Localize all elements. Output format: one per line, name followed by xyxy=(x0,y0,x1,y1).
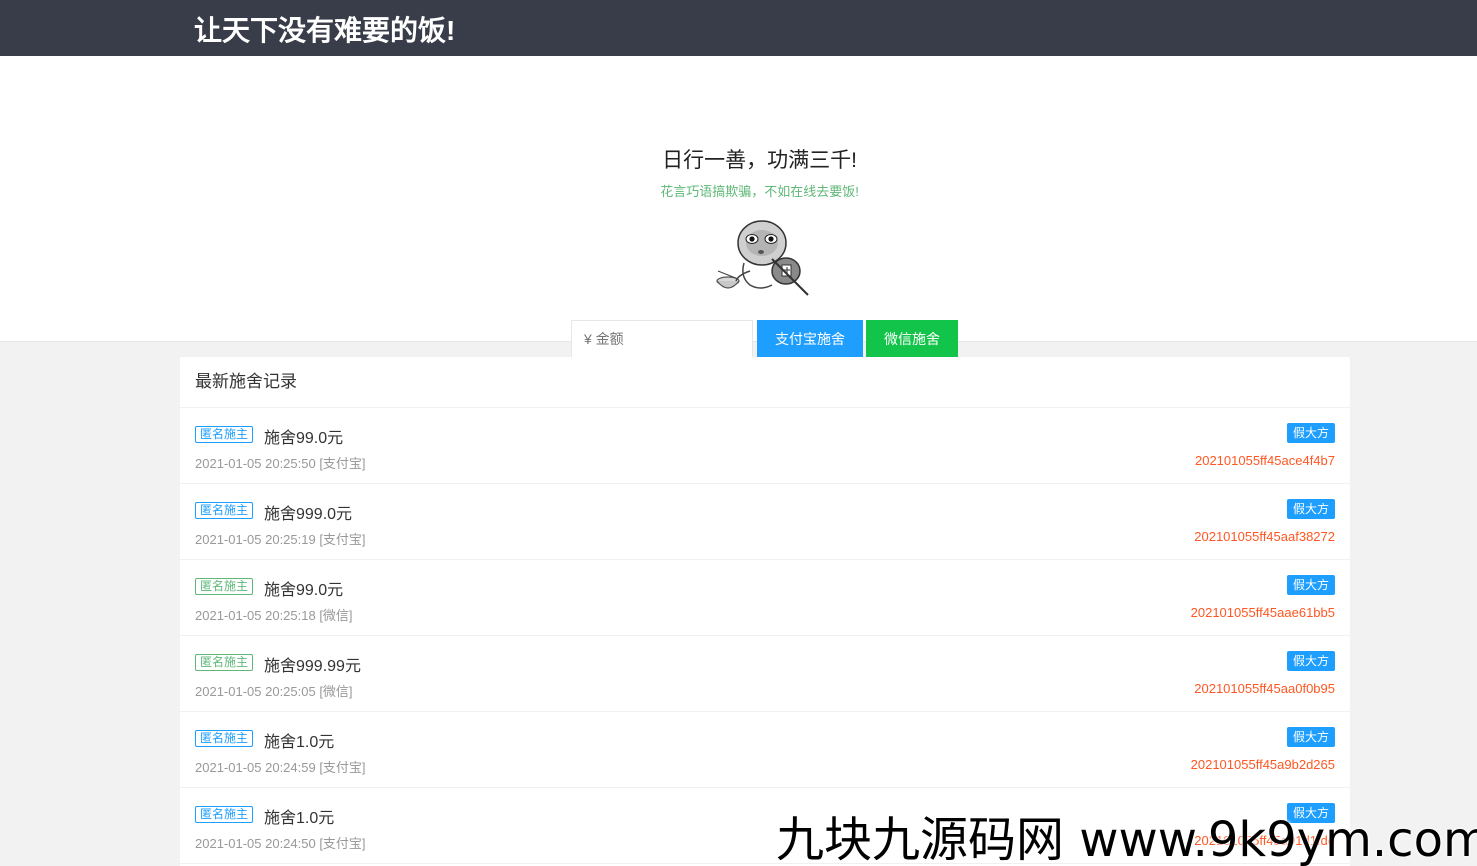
top-navbar: 让天下没有难要的饭! xyxy=(0,0,1477,56)
donate-form: 支付宝施舍 微信施舍 xyxy=(571,320,958,358)
donation-record-row: 匿名施主 施舍999.0元 2021-01-05 20:25:19 [支付宝] 假大方… xyxy=(180,484,1350,560)
alipay-donate-button[interactable]: 支付宝施舍 xyxy=(757,320,863,358)
donation-time-channel: 2021-01-05 20:25:50 [支付宝] xyxy=(195,456,366,471)
hero-section: 日行一善，功满三千! 花言巧语搞欺骗，不如在线去要饭! 支付宝施舍 微信施舍 xyxy=(0,56,1477,358)
anonymous-donor-tag: 匿名施主 xyxy=(195,502,254,519)
anonymous-donor-tag: 匿名施主 xyxy=(195,654,254,671)
generous-badge: 假大方 xyxy=(1286,423,1335,443)
anonymous-donor-tag: 匿名施主 xyxy=(195,578,254,595)
donation-amount: 施舍99.0元 xyxy=(264,582,344,599)
donation-record-row: 匿名施主 施舍1.0元 2021-01-05 20:24:59 [支付宝] 假大方 20… xyxy=(180,712,1350,788)
donation-time-channel: 2021-01-05 20:25:05 [微信] xyxy=(195,684,353,699)
order-number: 202101055ff45aa0f0b95 xyxy=(1194,681,1335,696)
hero-motto: 日行一善，功满三千! xyxy=(662,149,857,172)
donation-time-channel: 2021-01-05 20:25:18 [微信] xyxy=(195,608,353,623)
donation-time-channel: 2021-01-05 20:24:50 [支付宝] xyxy=(195,836,366,851)
donation-time-channel: 2021-01-05 20:24:59 [支付宝] xyxy=(195,760,366,775)
donation-time-channel: 2021-01-05 20:25:19 [支付宝] xyxy=(195,532,366,547)
site-watermark: 九块九源码网 www.9k9ym.com xyxy=(776,812,1477,866)
generous-badge: 假大方 xyxy=(1286,575,1335,595)
generous-badge: 假大方 xyxy=(1286,727,1335,747)
order-number: 202101055ff45a9b2d265 xyxy=(1190,757,1335,772)
anonymous-donor-tag: 匿名施主 xyxy=(195,730,254,747)
donation-record-row: 匿名施主 施舍999.99元 2021-01-05 20:25:05 [微信] 假大方… xyxy=(180,636,1350,712)
donation-records-panel: 最新施舍记录 匿名施主 施舍99.0元 2021-01-05 20:25:50 [支… xyxy=(180,357,1350,866)
wechat-donate-button[interactable]: 微信施舍 xyxy=(866,320,958,358)
generous-badge: 假大方 xyxy=(1286,651,1335,671)
donation-amount: 施舍1.0元 xyxy=(264,734,335,751)
records-panel-title: 最新施舍记录 xyxy=(180,357,1350,408)
donation-amount: 施舍999.99元 xyxy=(264,658,361,675)
donation-amount: 施舍1.0元 xyxy=(264,810,335,827)
anonymous-donor-tag: 匿名施主 xyxy=(195,806,254,823)
anonymous-donor-tag: 匿名施主 xyxy=(195,426,254,443)
records-list: 匿名施主 施舍99.0元 2021-01-05 20:25:50 [支付宝] 假大方 2… xyxy=(180,408,1350,864)
order-number: 202101055ff45aaf38272 xyxy=(1194,529,1335,544)
site-title: 让天下没有难要的饭! xyxy=(194,15,456,46)
donation-amount: 施舍99.0元 xyxy=(264,430,344,447)
hero-subtitle: 花言巧语搞欺骗，不如在线去要饭! xyxy=(660,184,859,199)
donation-amount: 施舍999.0元 xyxy=(264,506,353,523)
beggar-mascot-icon xyxy=(716,220,809,296)
order-number: 202101055ff45aae61bb5 xyxy=(1190,605,1335,620)
donation-record-row: 匿名施主 施舍99.0元 2021-01-05 20:25:50 [支付宝] 假大方 2… xyxy=(180,408,1350,484)
generous-badge: 假大方 xyxy=(1286,499,1335,519)
order-number: 202101055ff45ace4f4b7 xyxy=(1194,453,1335,468)
amount-input[interactable] xyxy=(571,320,753,358)
donation-record-row: 匿名施主 施舍99.0元 2021-01-05 20:25:18 [微信] 假大方 20… xyxy=(180,560,1350,636)
